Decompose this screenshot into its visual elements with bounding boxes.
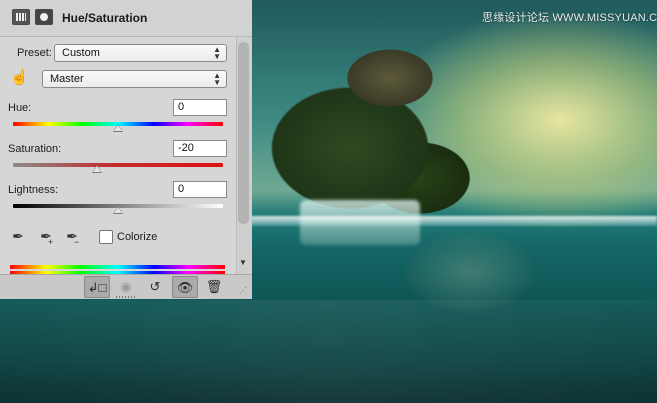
saturation-label: Saturation: xyxy=(8,143,62,155)
saturation-input[interactable]: -20 xyxy=(173,140,227,157)
eye-icon[interactable]: 👁 xyxy=(172,276,198,298)
scroll-down-icon[interactable]: ▼ xyxy=(239,258,247,267)
hue-slider-thumb[interactable] xyxy=(113,124,123,132)
panel-grip[interactable] xyxy=(116,296,136,298)
island-tree xyxy=(250,28,480,228)
preset-value: Custom xyxy=(62,47,100,59)
eyedropper-icon[interactable]: ✒ xyxy=(10,228,26,244)
saturation-slider-track[interactable] xyxy=(13,163,223,167)
select-arrows-icon: ▲ ▼ xyxy=(213,71,221,87)
colorize-label: Colorize xyxy=(117,231,158,243)
select-arrows-icon: ▲ ▼ xyxy=(213,45,221,61)
underwater-rays xyxy=(0,300,657,403)
panel-title: Hue/Saturation xyxy=(62,11,148,25)
hue-saturation-panel: Hue/Saturation Preset: Custom ▲ ▼ ☝ Maste… xyxy=(0,0,252,299)
saturation-slider-thumb[interactable] xyxy=(92,165,102,173)
adjustment-layer-icon[interactable] xyxy=(12,9,30,25)
preset-label: Preset: xyxy=(17,47,52,59)
eyedropper-minus-icon[interactable]: ✒ − xyxy=(64,228,80,247)
resize-grip-icon[interactable]: ⋰ xyxy=(239,286,247,295)
clip-to-layer-button[interactable]: ↲□ xyxy=(84,276,110,298)
view-previous-icon[interactable]: ◉ xyxy=(113,276,139,298)
mask-icon[interactable] xyxy=(35,9,53,25)
panel-header: Hue/Saturation xyxy=(0,0,252,37)
target-hand-icon[interactable]: ☝ xyxy=(10,70,29,86)
lightness-label: Lightness: xyxy=(8,184,59,196)
eyedropper-plus-icon[interactable]: ✒ + xyxy=(38,228,54,247)
lightness-slider-thumb[interactable] xyxy=(113,206,123,214)
hue-label: Hue: xyxy=(8,102,32,114)
panel-scrollbar-thumb[interactable] xyxy=(238,42,249,224)
preset-select[interactable]: Custom ▲ ▼ xyxy=(54,44,227,62)
channel-value: Master xyxy=(50,73,84,85)
reset-icon[interactable]: ↺ xyxy=(142,276,168,298)
input-spectrum-bar xyxy=(10,265,225,269)
trash-icon[interactable]: 🗑 xyxy=(201,276,227,298)
watermark-text: 思缘设计论坛 WWW.MISSYUAN.COM xyxy=(482,12,657,24)
colorize-checkbox[interactable] xyxy=(99,230,113,244)
lightness-input[interactable]: 0 xyxy=(173,181,227,198)
hue-input[interactable]: 0 xyxy=(173,99,227,116)
channel-select[interactable]: Master ▲ ▼ xyxy=(42,70,227,88)
